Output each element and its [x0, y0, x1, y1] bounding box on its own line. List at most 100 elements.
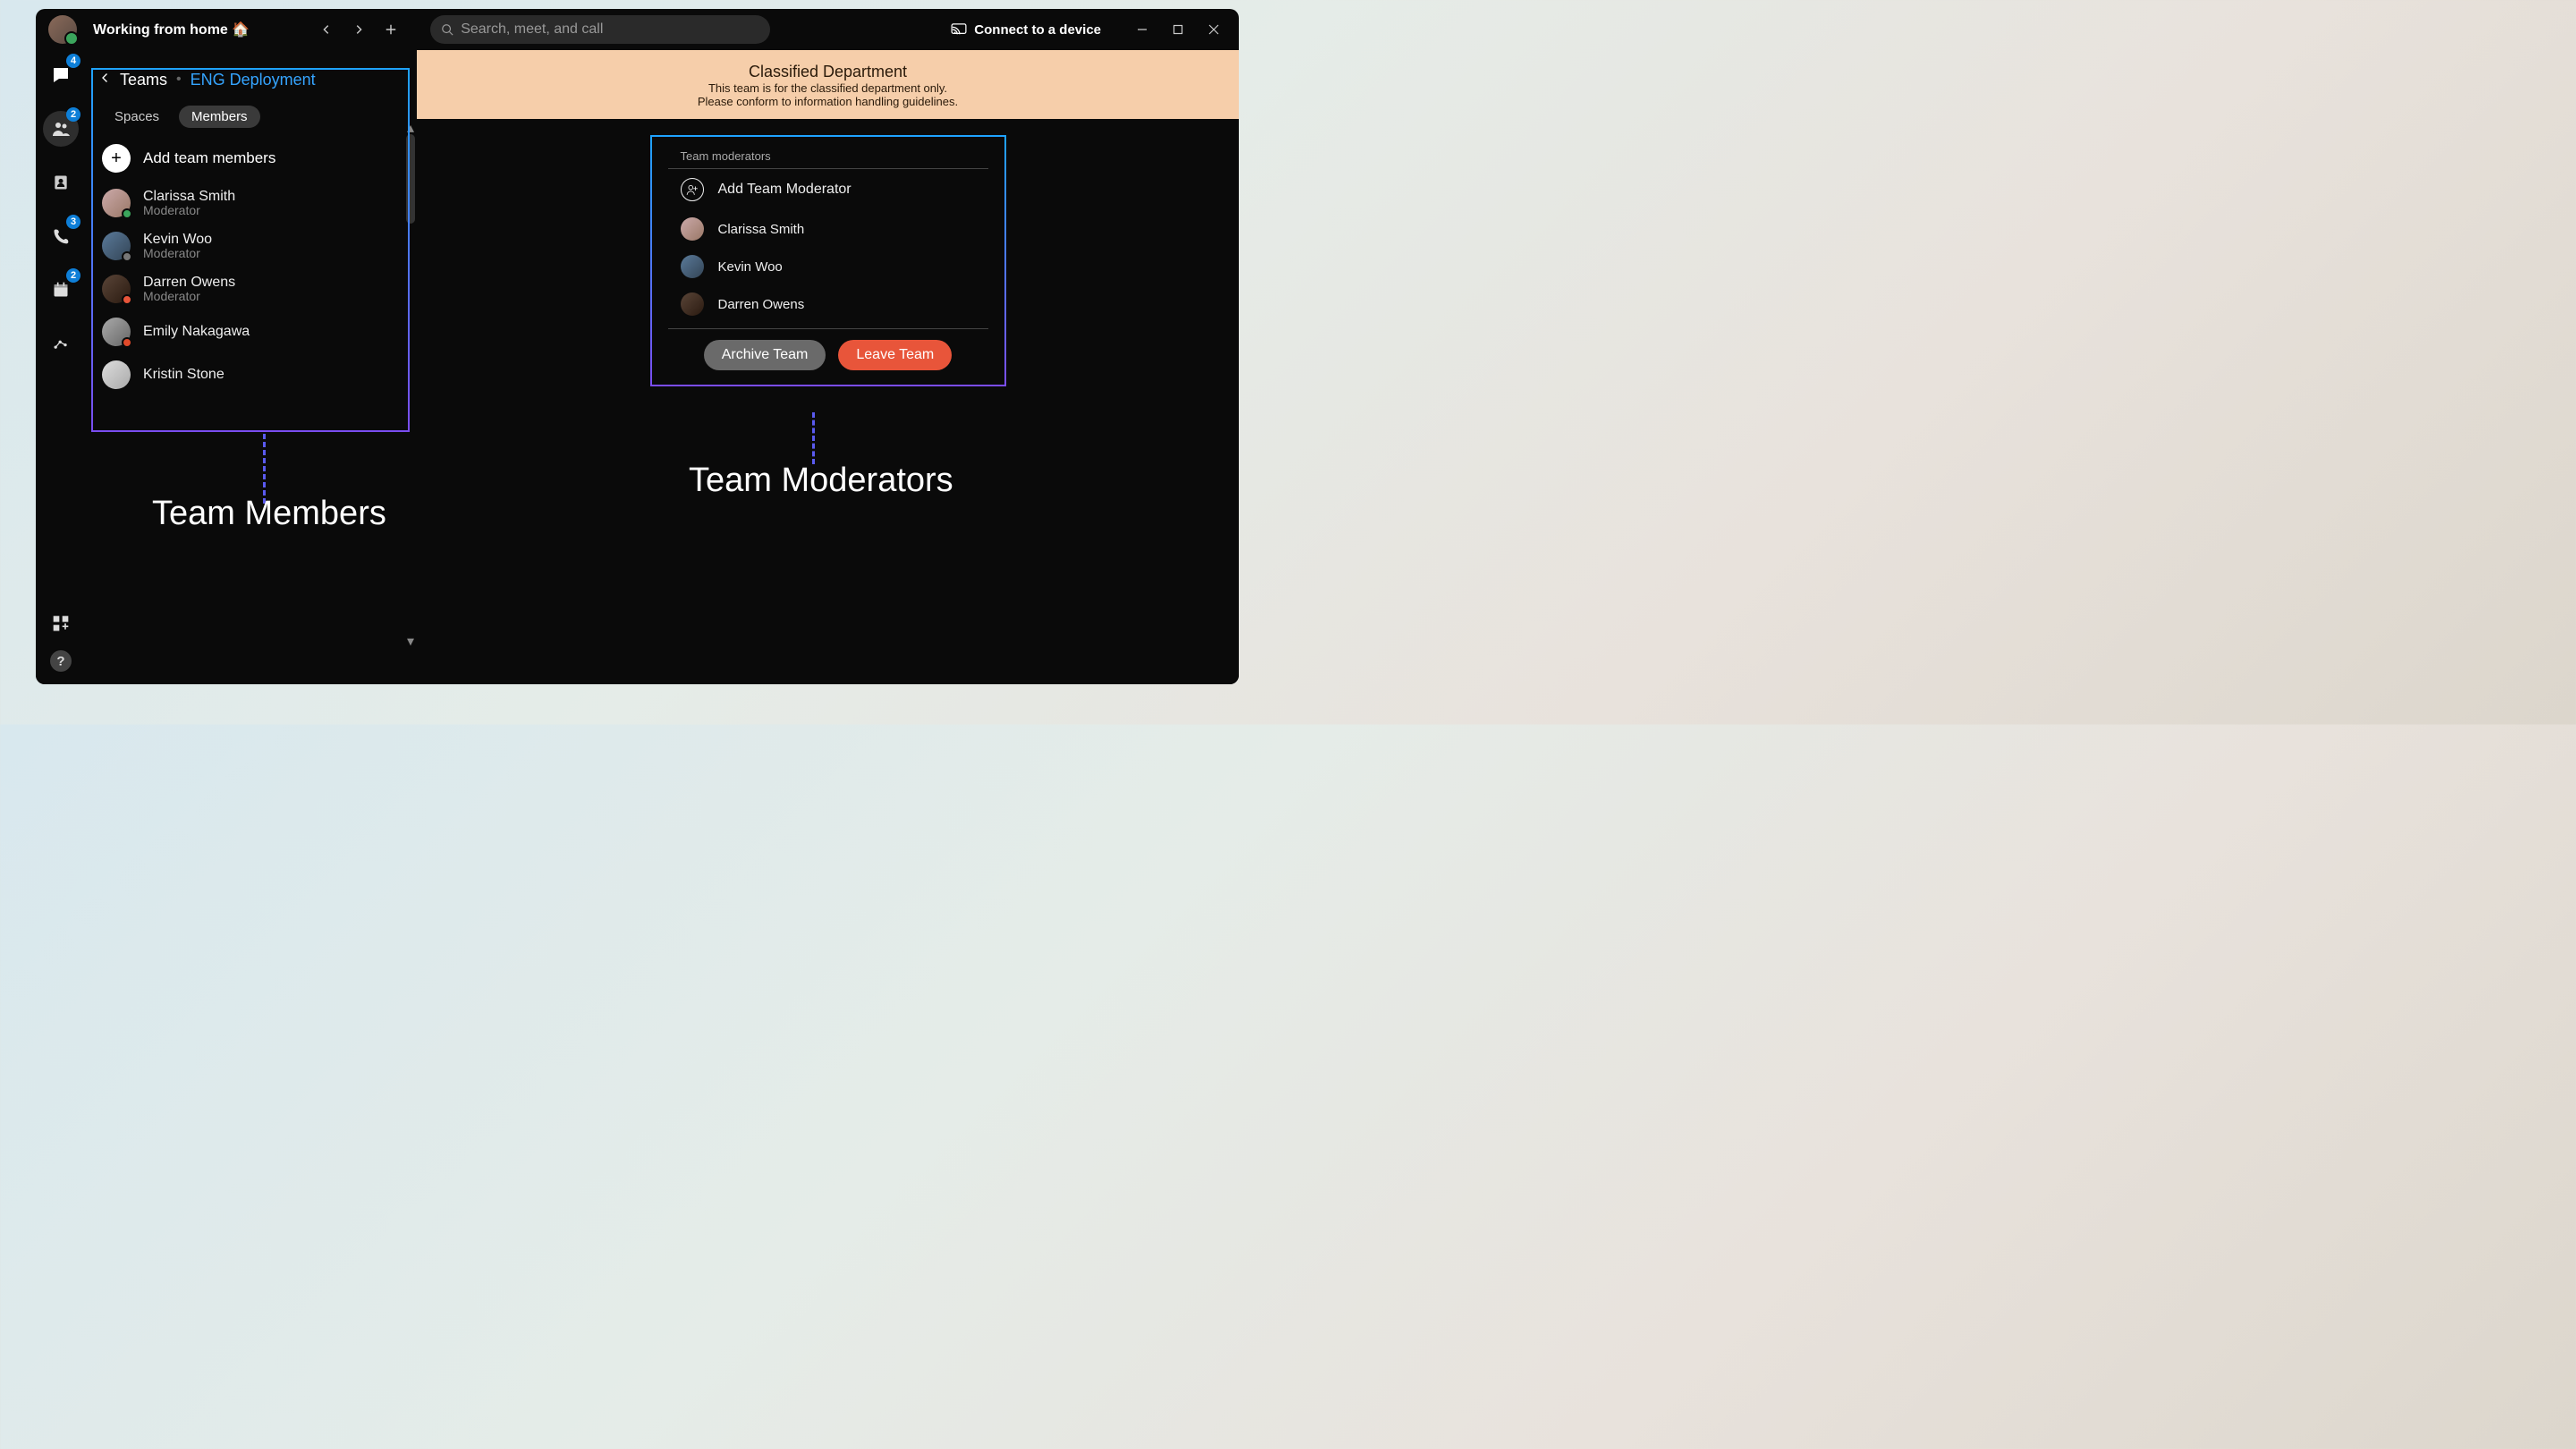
- leave-team-button[interactable]: Leave Team: [838, 340, 952, 370]
- moderators-list: Clarissa Smith Kevin Woo Darren Owens: [668, 210, 988, 323]
- member-row[interactable]: Kristin Stone: [86, 353, 417, 396]
- moderator-name: Clarissa Smith: [718, 222, 805, 237]
- members-list: Clarissa SmithModerator Kevin WooModerato…: [86, 182, 417, 396]
- member-row[interactable]: Kevin WooModerator: [86, 225, 417, 267]
- contacts-icon: [52, 174, 70, 191]
- member-row[interactable]: Clarissa SmithModerator: [86, 182, 417, 225]
- member-name: Emily Nakagawa: [143, 324, 250, 340]
- moderator-row[interactable]: Clarissa Smith: [668, 210, 988, 248]
- connect-label: Connect to a device: [974, 22, 1101, 38]
- chat-badge: 4: [66, 54, 80, 68]
- info-banner: Classified Department This team is for t…: [417, 50, 1239, 119]
- moderator-name: Darren Owens: [718, 297, 805, 312]
- main-content: Classified Department This team is for t…: [417, 50, 1239, 684]
- scrollbar-thumb[interactable]: [406, 134, 415, 224]
- moderator-row[interactable]: Darren Owens: [668, 285, 988, 323]
- rail-calendar[interactable]: 2: [43, 272, 79, 308]
- add-moderator-icon: [681, 178, 704, 201]
- minimize-button[interactable]: [1124, 15, 1160, 44]
- nav-group: [312, 15, 405, 44]
- member-info: Clarissa SmithModerator: [143, 189, 235, 217]
- member-avatar: [102, 189, 131, 217]
- annotation-line-members: [263, 434, 266, 504]
- calendar-icon: [52, 281, 70, 299]
- chat-icon: [50, 64, 72, 86]
- member-row[interactable]: Emily Nakagawa: [86, 310, 417, 353]
- rail-help[interactable]: ?: [50, 650, 72, 672]
- rail-activity[interactable]: [43, 326, 79, 361]
- banner-line1: This team is for the classified departme…: [417, 81, 1239, 95]
- member-avatar: [102, 360, 131, 389]
- annotation-label-members: Team Members: [152, 495, 386, 533]
- help-icon: ?: [56, 654, 64, 669]
- calendar-badge: 2: [66, 268, 80, 283]
- plus-icon: +: [102, 144, 131, 173]
- member-row[interactable]: Darren OwensModerator: [86, 267, 417, 310]
- rail-calls[interactable]: 3: [43, 218, 79, 254]
- archive-team-button[interactable]: Archive Team: [704, 340, 826, 370]
- phone-icon: [52, 227, 70, 245]
- crumb-root[interactable]: Teams: [120, 71, 167, 89]
- app-window: Working from home 🏠 Search, meet, and ca…: [36, 9, 1239, 684]
- people-icon: [50, 118, 72, 140]
- scrollbar[interactable]: ▴ ▾: [404, 134, 417, 635]
- banner-line2: Please conform to information handling g…: [417, 95, 1239, 108]
- back-button[interactable]: [312, 15, 341, 44]
- presence-indicator: [122, 294, 132, 305]
- add-team-members[interactable]: + Add team members: [86, 144, 417, 173]
- member-info: Kevin WooModerator: [143, 232, 212, 260]
- moderator-actions: Archive Team Leave Team: [668, 340, 988, 370]
- moderator-name: Kevin Woo: [718, 259, 783, 275]
- calls-badge: 3: [66, 215, 80, 229]
- scroll-up-arrow[interactable]: ▴: [404, 122, 417, 134]
- window-controls: [1124, 15, 1232, 44]
- rail-apps[interactable]: [48, 611, 73, 636]
- presence-indicator: [122, 208, 132, 219]
- member-info: Emily Nakagawa: [143, 324, 250, 340]
- member-role: Moderator: [143, 203, 235, 217]
- moderator-avatar: [681, 255, 704, 278]
- app-body: 4 2 3 2: [36, 50, 1239, 684]
- member-avatar: [102, 318, 131, 346]
- teams-badge: 2: [66, 107, 80, 122]
- add-moderator[interactable]: Add Team Moderator: [668, 169, 988, 210]
- nav-rail: 4 2 3 2: [36, 50, 86, 684]
- rail-contacts[interactable]: [43, 165, 79, 200]
- cast-icon: [951, 23, 967, 36]
- add-moderator-label: Add Team Moderator: [718, 182, 852, 198]
- connect-device[interactable]: Connect to a device: [951, 22, 1101, 38]
- side-panel: Teams • ENG Deployment Spaces Members + …: [86, 50, 417, 684]
- search-input[interactable]: Search, meet, and call: [430, 15, 770, 44]
- member-role: Moderator: [143, 246, 212, 260]
- tab-members[interactable]: Members: [179, 106, 260, 128]
- user-avatar[interactable]: [48, 15, 77, 44]
- member-avatar: [102, 232, 131, 260]
- rail-teams[interactable]: 2: [43, 111, 79, 147]
- close-button[interactable]: [1196, 15, 1232, 44]
- annotation-line-moderators: [812, 412, 815, 464]
- search-placeholder: Search, meet, and call: [461, 21, 603, 38]
- moderators-card: Team moderators Add Team Moderator Clari…: [650, 135, 1006, 386]
- user-status[interactable]: Working from home 🏠: [93, 21, 250, 38]
- new-button[interactable]: [377, 15, 405, 44]
- forward-button[interactable]: [344, 15, 373, 44]
- activity-icon: [52, 335, 70, 352]
- crumb-team-name[interactable]: ENG Deployment: [191, 71, 316, 89]
- member-avatar: [102, 275, 131, 303]
- scroll-down-arrow[interactable]: ▾: [404, 635, 417, 648]
- crumb-back-button[interactable]: [100, 72, 111, 88]
- add-members-label: Add team members: [143, 149, 275, 167]
- annotation-label-moderators: Team Moderators: [689, 462, 953, 500]
- maximize-button[interactable]: [1160, 15, 1196, 44]
- rail-chat[interactable]: 4: [43, 57, 79, 93]
- moderators-title: Team moderators: [668, 149, 988, 169]
- presence-indicator: [122, 337, 132, 348]
- member-info: Kristin Stone: [143, 367, 225, 383]
- search-icon: [441, 23, 453, 36]
- moderator-row[interactable]: Kevin Woo: [668, 248, 988, 285]
- tab-spaces[interactable]: Spaces: [102, 106, 172, 128]
- titlebar: Working from home 🏠 Search, meet, and ca…: [36, 9, 1239, 50]
- panel-tabs: Spaces Members: [86, 106, 417, 128]
- apps-icon: [52, 614, 70, 632]
- breadcrumb: Teams • ENG Deployment: [86, 66, 417, 93]
